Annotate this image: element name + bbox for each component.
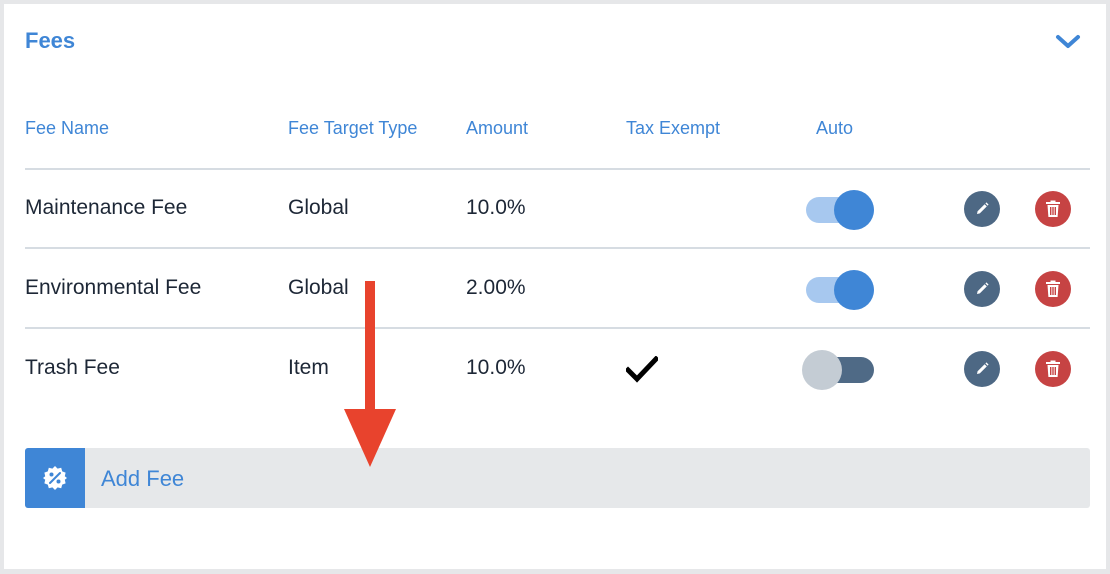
fee-target-type-cell: Item xyxy=(288,356,329,379)
pencil-icon xyxy=(977,282,989,294)
toggle-knob xyxy=(834,190,874,230)
collapse-button[interactable] xyxy=(1054,28,1082,56)
header-fee-target-type[interactable]: Fee Target Type xyxy=(288,118,417,139)
chevron-down-icon xyxy=(1056,35,1080,48)
amount-cell: 10.0% xyxy=(466,356,526,379)
fee-name-cell: Environmental Fee xyxy=(25,276,202,299)
header-auto[interactable]: Auto xyxy=(816,118,853,139)
trash-icon xyxy=(1046,200,1060,217)
amount-cell: 2.00% xyxy=(466,276,526,299)
auto-toggle[interactable] xyxy=(802,187,876,230)
percent-badge-icon xyxy=(43,466,67,490)
header-fee-name[interactable]: Fee Name xyxy=(25,118,109,139)
edit-button[interactable] xyxy=(964,351,1000,387)
add-fee-icon-box xyxy=(25,448,85,508)
auto-toggle[interactable] xyxy=(802,267,876,310)
pencil-icon xyxy=(977,362,989,374)
row-divider xyxy=(25,247,1090,249)
fee-target-type-cell: Global xyxy=(288,276,349,299)
amount-cell: 10.0% xyxy=(466,196,526,219)
header-divider xyxy=(25,168,1090,170)
delete-button[interactable] xyxy=(1035,351,1071,387)
fees-panel: Fees Fee Name Fee Target Type Amount Tax… xyxy=(4,4,1106,569)
add-fee-label: Add Fee xyxy=(101,466,185,491)
toggle-knob xyxy=(802,350,842,390)
panel-title: Fees xyxy=(25,28,76,53)
edit-button[interactable] xyxy=(964,271,1000,307)
trash-icon xyxy=(1046,280,1060,297)
row-divider xyxy=(25,327,1090,329)
header-amount[interactable]: Amount xyxy=(466,118,528,139)
auto-toggle[interactable] xyxy=(802,347,876,390)
fee-target-type-cell: Global xyxy=(288,196,349,219)
header-tax-exempt[interactable]: Tax Exempt xyxy=(626,118,720,139)
red-down-arrow-icon xyxy=(344,281,396,467)
toggle-knob xyxy=(834,270,874,310)
trash-icon xyxy=(1046,360,1060,377)
delete-button[interactable] xyxy=(1035,191,1071,227)
pencil-icon xyxy=(977,202,989,214)
delete-button[interactable] xyxy=(1035,271,1071,307)
checkmark-icon xyxy=(626,356,658,383)
fee-name-cell: Maintenance Fee xyxy=(25,196,188,219)
add-fee-button[interactable]: Add Fee xyxy=(25,448,1090,508)
edit-button[interactable] xyxy=(964,191,1000,227)
fee-name-cell: Trash Fee xyxy=(25,356,120,379)
